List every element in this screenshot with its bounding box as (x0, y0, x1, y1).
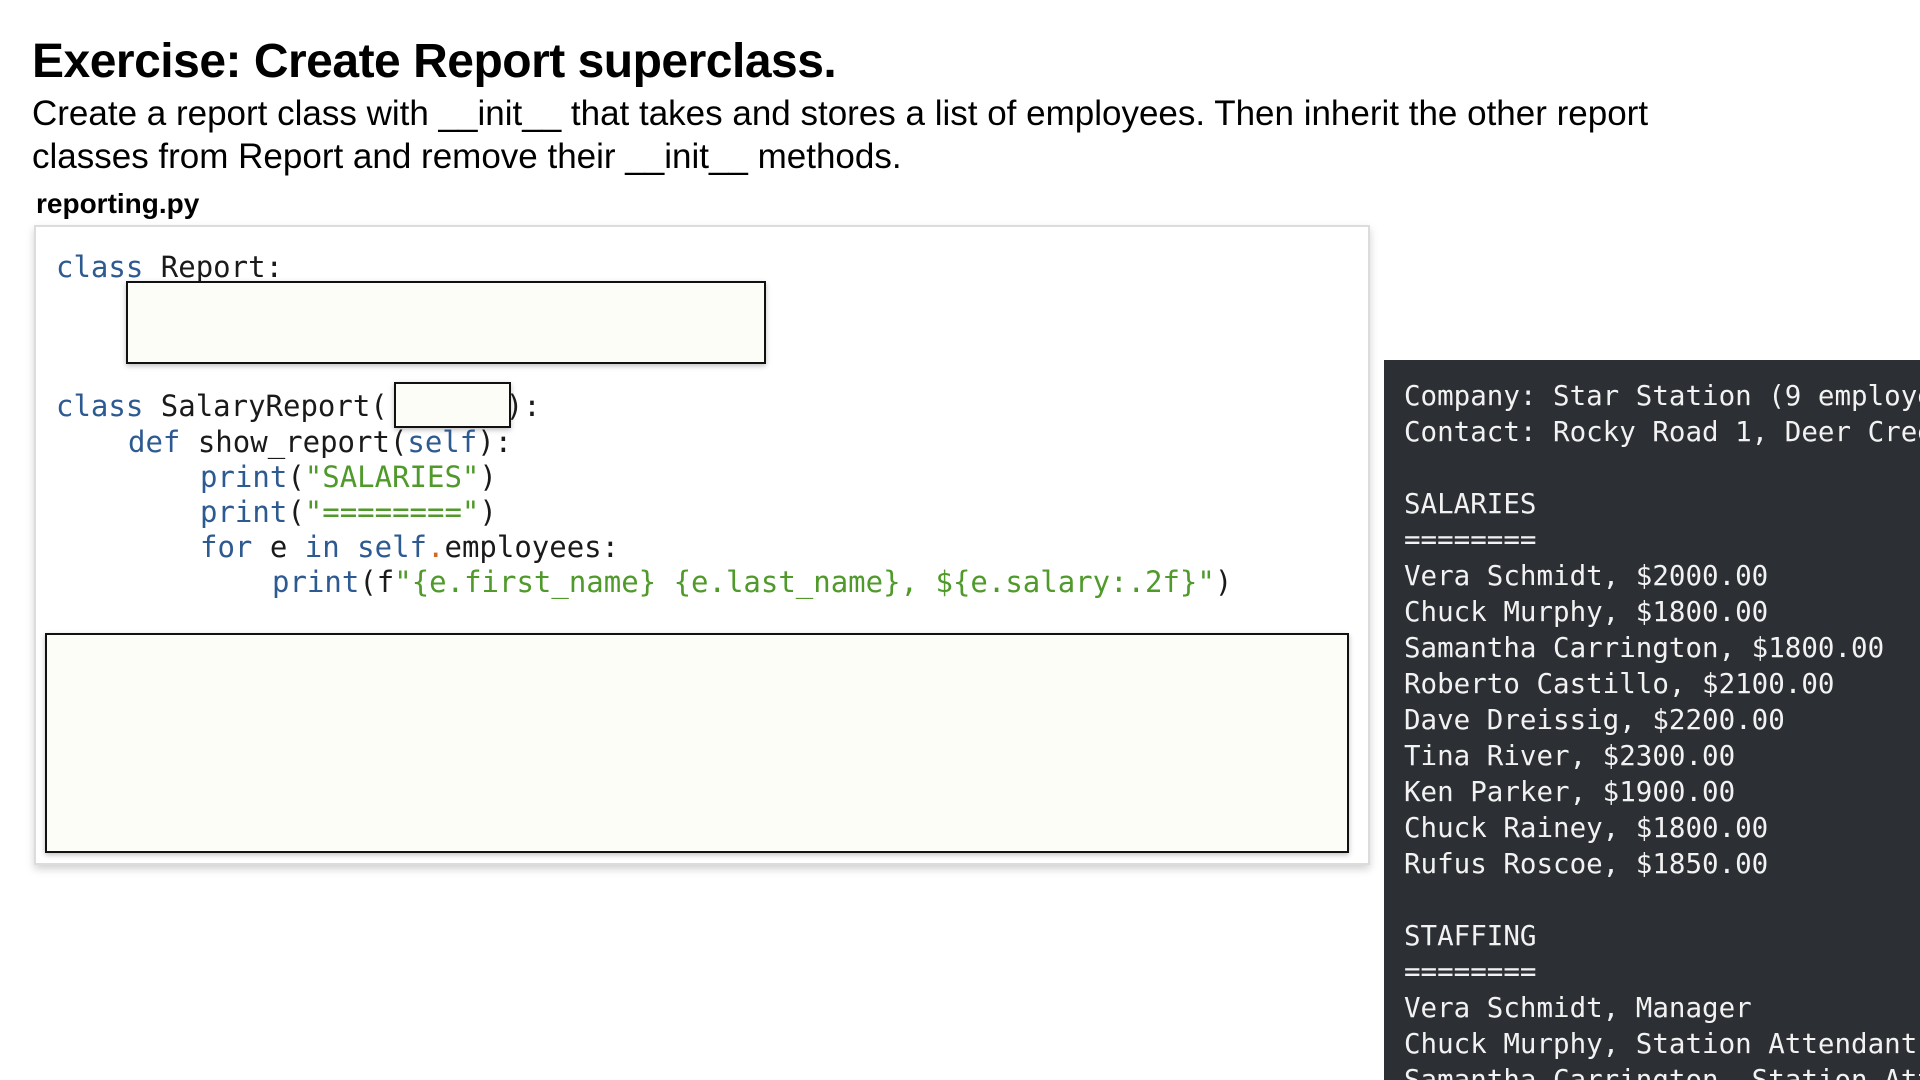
terminal-line: Vera Schmidt, Manager (1404, 992, 1752, 1024)
exercise-title: Exercise: Create Report superclass. (32, 35, 837, 88)
keyword-def: def (128, 425, 181, 459)
terminal-line: Tina River, $2300.00 (1404, 740, 1736, 772)
exercise-description: Create a report class with __init__ that… (32, 94, 1649, 176)
builtin-print: print (200, 495, 288, 529)
code-editor: class Report: class SalaryReport(): def … (34, 225, 1370, 865)
terminal-output: Company: Star Station (9 employees) Cont… (1384, 360, 1920, 1080)
terminal-line: Vera Schmidt, $2000.00 (1404, 560, 1769, 592)
keyword-self: self (357, 530, 428, 564)
code-line-for-loop: for e in self.employees: (200, 529, 619, 565)
terminal-line: SALARIES (1404, 488, 1537, 520)
string-literal: "SALARIES" (304, 460, 480, 494)
builtin-print: print (200, 460, 288, 494)
class-name-report: Report: (143, 250, 283, 284)
terminal-line: Samantha Carrington, $1800.00 (1404, 632, 1885, 664)
loop-variable: e (252, 530, 305, 564)
terminal-line: Ken Parker, $1900.00 (1404, 776, 1736, 808)
blank-remaining-code[interactable] (45, 633, 1349, 853)
blank-report-body[interactable] (126, 281, 766, 364)
method-def-end: ): (477, 425, 513, 459)
paren-close: ) (479, 460, 497, 494)
fstring-prefix: (f (359, 565, 395, 599)
terminal-line: ======== (1404, 524, 1537, 556)
terminal-line: Samantha Carrington, Station Attendant (1404, 1064, 1920, 1080)
keyword-for: for (200, 530, 253, 564)
dot-operator: . (427, 530, 445, 564)
keyword-self: self (407, 425, 478, 459)
string-literal: "========" (304, 495, 480, 529)
terminal-line: Chuck Murphy, Station Attendant (1404, 1028, 1918, 1060)
code-line-print-fstring: print(f"{e.first_name} {e.last_name}, ${… (272, 564, 1232, 600)
keyword-in: in (304, 530, 340, 564)
paren-open: ( (287, 460, 305, 494)
terminal-line: STAFFING (1404, 920, 1537, 952)
keyword-class: class (56, 250, 144, 284)
terminal-line: ======== (1404, 956, 1537, 988)
code-line-print-separator: print("========") (200, 494, 497, 530)
code-line-class-report: class Report: (56, 249, 283, 285)
paren-open: ( (287, 495, 305, 529)
paren-close: ) (1214, 565, 1233, 599)
terminal-line: Chuck Rainey, $1800.00 (1404, 812, 1769, 844)
attribute-employees: employees: (444, 530, 620, 564)
fstring-literal: "{e.first_name} {e.last_name}, ${e.salar… (394, 565, 1215, 599)
terminal-line: Chuck Murphy, $1800.00 (1404, 596, 1769, 628)
filename-label: reporting.py (36, 188, 200, 219)
keyword-class: class (56, 389, 144, 423)
terminal-line: Rufus Roscoe, $1850.00 (1404, 848, 1769, 880)
terminal-line: Dave Dreissig, $2200.00 (1404, 704, 1785, 736)
paren-close: ) (479, 495, 497, 529)
builtin-print: print (272, 565, 360, 599)
blank-superclass[interactable] (394, 382, 511, 428)
terminal-line: Roberto Castillo, $2100.00 (1404, 668, 1835, 700)
code-line-def-show-report: def show_report(self): (128, 424, 512, 460)
class-name-salaryreport: SalaryReport( (143, 389, 388, 423)
terminal-line: Contact: Rocky Road 1, Deer Creek (1404, 416, 1920, 448)
method-name: show_report( (180, 425, 408, 459)
code-line-print-salaries: print("SALARIES") (200, 459, 497, 495)
terminal-line: Company: Star Station (9 employees) (1404, 380, 1920, 412)
